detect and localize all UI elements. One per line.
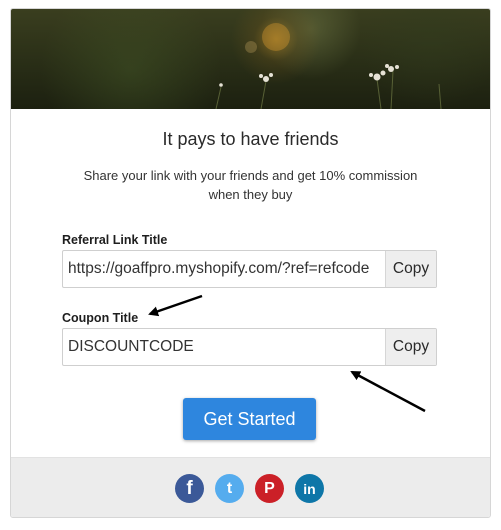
coupon-code-input[interactable] [63,329,385,365]
referral-card: It pays to have friends Share your link … [10,8,491,518]
hero-image [11,9,490,109]
twitter-icon[interactable]: t [215,474,244,503]
page-title: It pays to have friends [162,129,339,149]
copy-referral-button[interactable]: Copy [385,251,436,287]
referral-link-label: Referral Link Title [62,233,168,247]
coupon-group: Copy [62,328,437,366]
copy-coupon-button[interactable]: Copy [385,329,436,365]
description-text: Share your link with your friends and ge… [83,168,418,202]
flower-field-graphic [215,23,442,109]
share-footer: f t P in [11,457,490,517]
get-started-button[interactable]: Get Started [183,398,316,440]
pinterest-icon[interactable]: P [255,474,284,503]
linkedin-icon[interactable]: in [295,474,324,503]
facebook-icon[interactable]: f [175,474,204,503]
coupon-label: Coupon Title [62,311,139,325]
referral-link-group: Copy [62,250,437,288]
referral-link-input[interactable] [63,251,385,287]
